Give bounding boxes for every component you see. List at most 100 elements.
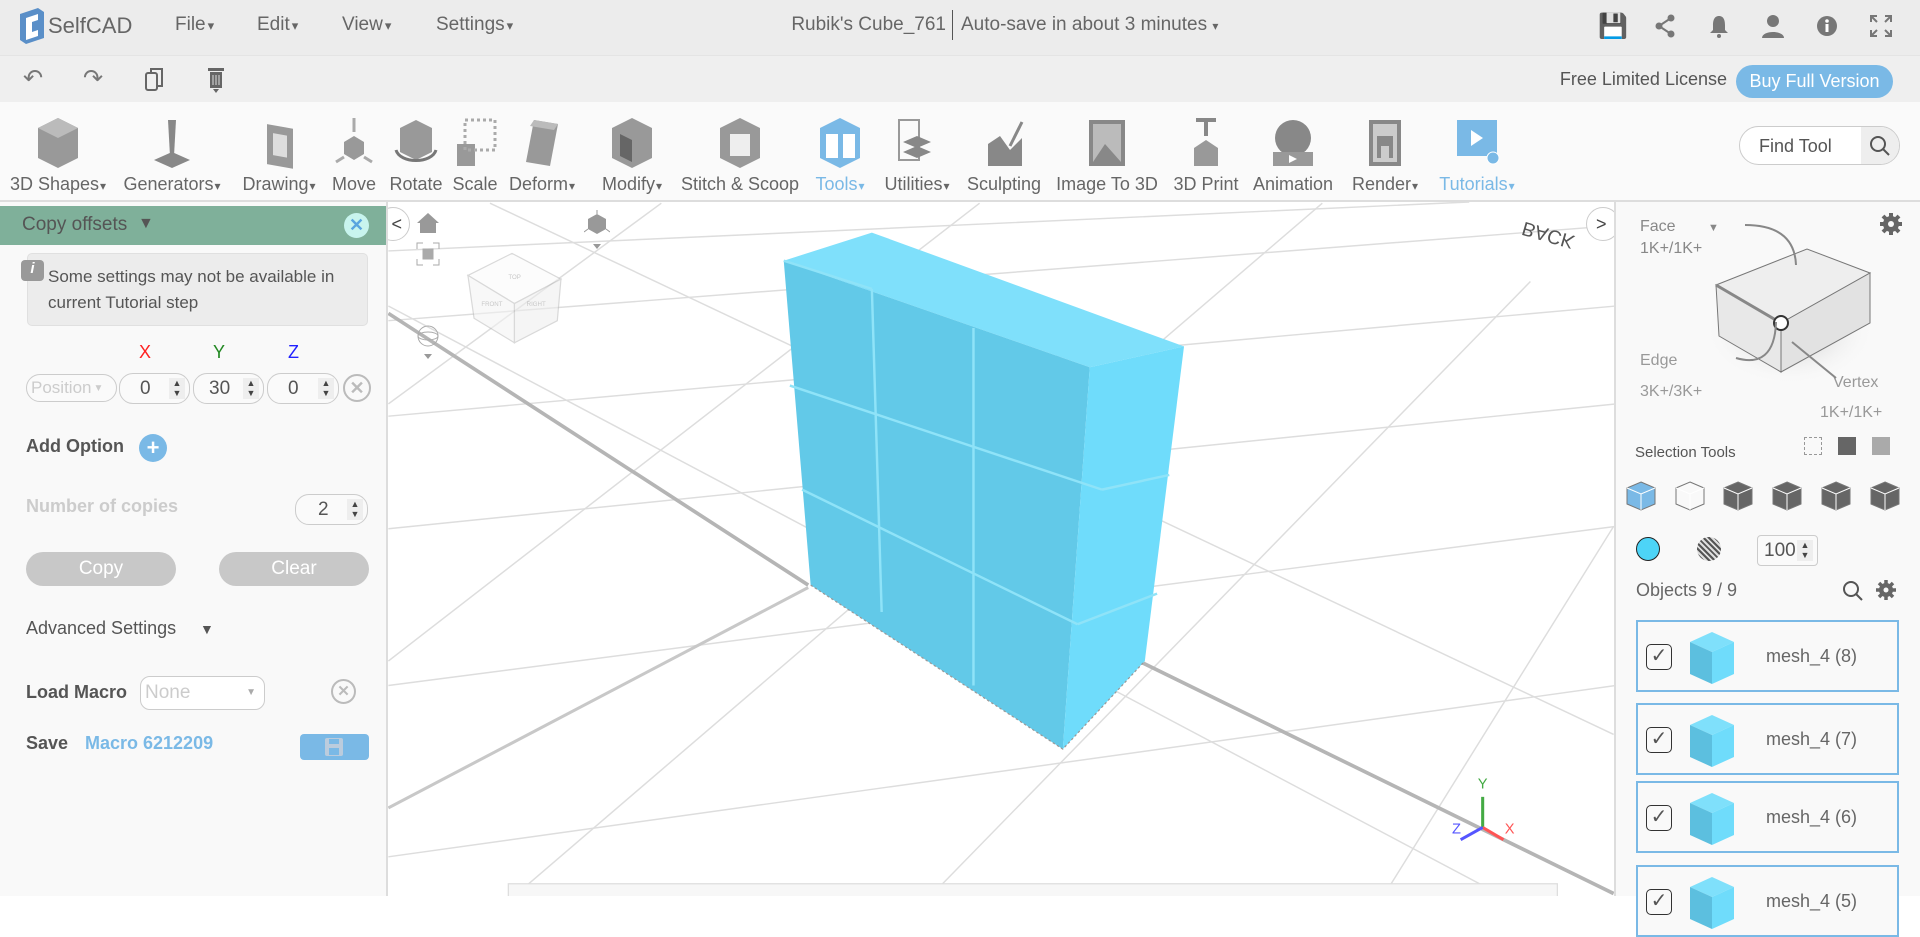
sphere-mode-icon[interactable]	[1771, 480, 1803, 517]
logo[interactable]: SelfCAD	[18, 8, 132, 44]
y-offset-input[interactable]: 30 ▲ ▼	[193, 373, 264, 404]
advanced-dropdown-icon[interactable]: ▼	[200, 621, 214, 637]
edge-label[interactable]: Edge	[1640, 352, 1677, 370]
info-icon[interactable]	[1814, 14, 1840, 40]
half-cube-mode-icon[interactable]	[1820, 480, 1852, 517]
tool-image-to-3d[interactable]: Image To 3D	[1056, 102, 1158, 202]
menu-settings[interactable]: Settings	[436, 14, 513, 36]
face-grid-mode-icon[interactable]	[1722, 480, 1754, 517]
orbit-icon[interactable]	[416, 324, 440, 365]
menu-file[interactable]: File	[175, 14, 214, 36]
select-through-icon[interactable]	[1838, 437, 1856, 455]
save-icon[interactable]: 💾	[1598, 14, 1628, 40]
fullscreen-icon[interactable]	[1868, 14, 1894, 40]
opacity-stepper[interactable]: ▲ ▼	[1797, 540, 1813, 561]
macro-name[interactable]: Macro 6212209	[85, 733, 213, 754]
wireframe-mode-icon[interactable]	[1674, 480, 1706, 517]
menu-edit[interactable]: Edit	[257, 14, 298, 36]
visibility-checkbox[interactable]: ✓	[1646, 727, 1672, 753]
redo-icon[interactable]: ↷	[80, 66, 106, 92]
objects-settings-gear-icon[interactable]	[1875, 579, 1897, 606]
polygon-mode-icon[interactable]	[1869, 480, 1901, 517]
gizmo-x: X	[1505, 822, 1515, 838]
select-visible-icon[interactable]	[1872, 437, 1890, 455]
copy-button[interactable]: Copy	[26, 552, 176, 586]
bell-icon[interactable]	[1706, 14, 1732, 40]
remove-offset-icon[interactable]: ✕	[343, 374, 371, 402]
clear-button[interactable]: Clear	[219, 552, 369, 586]
y-stepper[interactable]: ▲ ▼	[243, 378, 259, 399]
view-cube[interactable]: FRONT RIGHT TOP	[466, 252, 563, 344]
tool-3d-print[interactable]: 3D Print	[1166, 102, 1246, 202]
z-offset-input[interactable]: 0 ▲ ▼	[267, 373, 339, 404]
3d-viewport[interactable]: FRONT RIGHT TOP BACK Y X Z < >	[388, 202, 1614, 896]
tool-icon	[526, 120, 558, 166]
clear-macro-icon[interactable]: ✕	[331, 679, 356, 704]
rubiks-cube-mesh[interactable]	[783, 232, 1184, 750]
tool-label: Drawing	[242, 174, 315, 195]
x-label: X	[139, 342, 152, 362]
add-option-plus-icon[interactable]: +	[139, 434, 167, 462]
visibility-checkbox[interactable]: ✓	[1646, 644, 1672, 670]
view-cube-top[interactable]: TOP	[508, 274, 520, 281]
share-icon[interactable]	[1652, 14, 1678, 40]
find-tool-input[interactable]: Find Tool	[1759, 136, 1832, 157]
view-cube-front[interactable]: FRONT	[481, 301, 502, 308]
close-panel-icon[interactable]: ✕	[344, 213, 369, 238]
panel-header[interactable]: Copy offsets ▼ ✕	[0, 206, 386, 245]
object-list-item[interactable]: ✓ mesh_4 (8)	[1636, 620, 1899, 692]
tool-drawing[interactable]: Drawing	[239, 102, 319, 202]
tool-3d-shapes[interactable]: 3D Shapes	[10, 102, 99, 202]
copies-stepper[interactable]: ▲ ▼	[347, 499, 363, 520]
tool-utilities[interactable]: Utilities	[877, 102, 957, 202]
panel-dropdown-icon[interactable]: ▼	[138, 215, 154, 233]
autosave-status[interactable]: Auto-save in about 3 minutes ▾	[961, 14, 1218, 36]
object-mode-icon[interactable]	[1625, 480, 1657, 517]
user-icon[interactable]	[1760, 14, 1786, 40]
object-list-item[interactable]: ✓ mesh_4 (7)	[1636, 703, 1899, 775]
object-list-item[interactable]: ✓ mesh_4 (6)	[1636, 781, 1899, 853]
objects-search-icon[interactable]	[1842, 580, 1864, 607]
object-list-item[interactable]: ✓ mesh_4 (5)	[1636, 865, 1899, 937]
view-cube-right[interactable]: RIGHT	[527, 301, 546, 308]
home-icon[interactable]	[416, 212, 440, 239]
object-view-icon[interactable]	[583, 210, 611, 255]
tool-animation[interactable]: Animation	[1253, 102, 1333, 202]
x-stepper[interactable]: ▲ ▼	[169, 378, 185, 399]
buy-full-version-button[interactable]: Buy Full Version	[1736, 65, 1893, 98]
box-select-icon[interactable]	[1804, 437, 1822, 455]
mode-select[interactable]: Position ▼	[26, 374, 117, 402]
z-label: Z	[288, 342, 299, 362]
tool-tools[interactable]: Tools	[800, 102, 880, 202]
project-title[interactable]: Rubik's Cube_761	[791, 14, 946, 36]
collapse-right-panel-button[interactable]: >	[1586, 207, 1614, 241]
macro-select[interactable]: None ▼	[140, 676, 265, 710]
save-macro-button[interactable]	[300, 734, 369, 760]
undo-icon[interactable]: ↶	[20, 66, 46, 92]
x-offset-input[interactable]: 0 ▲ ▼	[119, 373, 190, 404]
tool-sculpting[interactable]: Sculpting	[964, 102, 1044, 202]
tool-icon	[394, 120, 438, 162]
selection-settings-gear-icon[interactable]	[1879, 212, 1903, 241]
tool-generators[interactable]: Generators	[123, 102, 214, 202]
zoom-fit-icon[interactable]	[416, 242, 440, 271]
tool-render[interactable]: Render	[1345, 102, 1425, 202]
color-swatch[interactable]	[1636, 537, 1660, 561]
advanced-settings-toggle[interactable]: Advanced Settings	[26, 618, 176, 639]
search-icon[interactable]	[1861, 127, 1899, 164]
tool-deform[interactable]: Deform	[502, 102, 582, 202]
top-bar: SelfCAD File Edit View Settings Rubik's …	[0, 0, 1920, 55]
visibility-checkbox[interactable]: ✓	[1646, 889, 1672, 915]
copy-icon[interactable]	[141, 66, 167, 92]
tool-modify[interactable]: Modify	[592, 102, 672, 202]
material-sphere-icon[interactable]	[1697, 537, 1721, 561]
opacity-input[interactable]: 100 ▲ ▼	[1757, 535, 1818, 566]
z-stepper[interactable]: ▲ ▼	[318, 378, 334, 399]
delete-icon[interactable]	[203, 66, 229, 93]
copies-input[interactable]: 2 ▲ ▼	[295, 494, 368, 525]
visibility-checkbox[interactable]: ✓	[1646, 805, 1672, 831]
tool-tutorials[interactable]: Tutorials	[1437, 102, 1517, 202]
menu-view[interactable]: View	[342, 14, 391, 36]
find-tool-search[interactable]: Find Tool	[1739, 126, 1900, 165]
tool-stitch-scoop[interactable]: Stitch & Scoop	[681, 102, 799, 202]
